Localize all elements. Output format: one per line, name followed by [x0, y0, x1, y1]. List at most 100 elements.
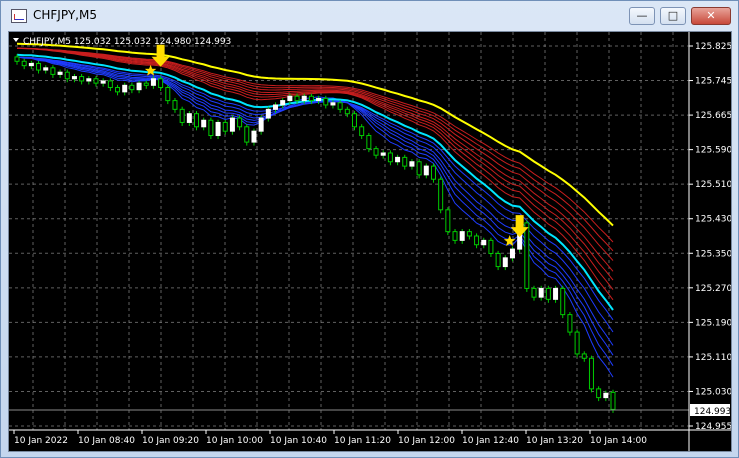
bull-candle: [122, 84, 128, 93]
bear-candle: [21, 60, 27, 67]
bull-candle: [201, 119, 207, 128]
bear-candle: [474, 235, 480, 246]
bear-candle: [402, 156, 408, 167]
bear-candle: [308, 95, 314, 102]
chart-window-icon: [11, 9, 27, 23]
bear-candle: [36, 62, 42, 71]
bull-candle: [287, 95, 293, 102]
bear-candle: [545, 287, 551, 300]
maximize-button[interactable]: □: [660, 7, 686, 25]
bull-candle: [43, 67, 49, 71]
time-axis-label: 10 Jan 13:20: [526, 436, 583, 446]
bear-candle: [445, 209, 451, 233]
time-axis-label: 10 Jan 10:00: [206, 436, 263, 446]
bull-candle: [395, 156, 401, 163]
bear-candle: [567, 314, 573, 333]
price-axis-label: 125.270: [695, 284, 731, 294]
bear-candle: [172, 100, 178, 110]
bear-candle: [373, 148, 379, 156]
bear-candle: [115, 86, 121, 93]
bear-candle: [488, 239, 494, 254]
price-axis-label: 124.955: [695, 422, 731, 432]
bear-candle: [466, 231, 472, 237]
bear-candle: [387, 152, 393, 163]
bear-candle: [93, 78, 99, 84]
bull-candle: [301, 95, 307, 102]
bull-candle: [330, 102, 336, 106]
price-axis-label: 125.590: [695, 146, 731, 156]
minimize-button[interactable]: —: [629, 7, 655, 25]
chart-area[interactable]: 125.825 125.745 125.665 125.590 125.510 125.4…: [8, 31, 732, 452]
bear-candle: [524, 222, 530, 289]
bear-candle: [165, 86, 171, 102]
bull-candle: [265, 108, 271, 119]
bear-candle: [452, 231, 458, 241]
price-axis-label: 125.350: [695, 249, 731, 259]
bear-candle: [222, 121, 228, 132]
bear-candle: [416, 161, 422, 176]
bull-candle: [100, 80, 106, 84]
bear-candle: [323, 97, 329, 106]
bear-candle: [179, 108, 185, 123]
bear-candle: [560, 287, 566, 316]
bull-candle: [57, 71, 63, 75]
bull-candle: [258, 117, 264, 132]
price-axis-label: 125.825: [695, 42, 731, 52]
bear-candle: [237, 117, 243, 128]
bull-candle: [251, 130, 257, 143]
time-axis-label: 10 Jan 10:40: [270, 436, 327, 446]
bear-candle: [50, 67, 56, 75]
bear-candle: [581, 353, 587, 359]
bear-candle: [107, 80, 113, 88]
bull-candle: [71, 76, 77, 80]
bear-candle: [158, 78, 164, 88]
chart-window: CHFJPY,M5 — □ ✕ 125.825 125.745 125.665 125…: [0, 0, 739, 458]
bear-candle: [14, 56, 20, 62]
bull-candle: [229, 117, 235, 132]
bear-candle: [430, 165, 436, 180]
price-axis-label: 125.510: [695, 180, 731, 190]
bull-candle: [459, 231, 465, 241]
title-bar[interactable]: CHFJPY,M5 — □ ✕: [1, 1, 738, 31]
time-axis-label: 10 Jan 2022: [14, 436, 68, 446]
bear-candle: [495, 252, 501, 268]
bull-candle: [28, 62, 34, 67]
bear-candle: [337, 102, 343, 110]
bear-candle: [366, 135, 372, 150]
time-axis-label: 10 Jan 08:40: [78, 436, 135, 446]
bear-candle: [531, 287, 537, 298]
bull-candle: [553, 287, 559, 300]
time-axis-label: 10 Jan 12:00: [398, 436, 455, 446]
bull-candle: [280, 100, 286, 106]
price-axis-label: 125.430: [695, 215, 731, 225]
bear-candle: [359, 126, 365, 137]
bull-candle: [186, 113, 192, 123]
bear-candle: [79, 76, 85, 82]
bull-candle: [538, 287, 544, 298]
time-axis-label: 10 Jan 11:20: [334, 436, 391, 446]
bear-candle: [610, 391, 616, 410]
price-chart[interactable]: 125.825 125.745 125.665 125.590 125.510 125.4…: [9, 32, 732, 451]
bull-candle: [273, 104, 279, 110]
bull-candle: [603, 392, 609, 399]
time-axis-label: 10 Jan 12:40: [462, 436, 519, 446]
close-button[interactable]: ✕: [691, 7, 731, 25]
time-axis-label: 10 Jan 09:20: [142, 436, 199, 446]
window-title: CHFJPY,M5: [33, 8, 97, 22]
chart-info-label: CHFJPY,M5 125.032 125.032 124.980 124.99…: [23, 37, 231, 47]
bear-candle: [208, 119, 214, 137]
bull-candle: [150, 78, 156, 86]
price-axis-label: 125.190: [695, 318, 731, 328]
bear-candle: [344, 108, 350, 115]
bull-candle: [509, 248, 515, 259]
bull-candle: [481, 239, 487, 246]
bear-candle: [351, 113, 357, 128]
bear-candle: [194, 113, 200, 128]
price-axis-label: 125.745: [695, 77, 731, 87]
bull-candle: [215, 121, 221, 137]
bull-candle: [409, 161, 415, 167]
bear-candle: [244, 126, 250, 143]
bear-candle: [143, 82, 149, 86]
bull-candle: [86, 78, 92, 82]
bear-candle: [574, 331, 580, 355]
